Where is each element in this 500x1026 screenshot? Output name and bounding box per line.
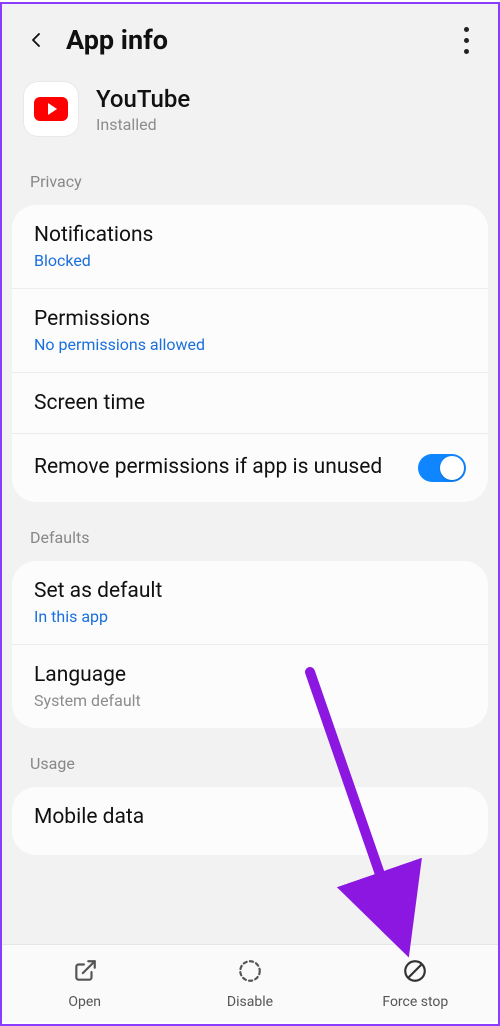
more-options-button[interactable] xyxy=(454,26,478,54)
app-status: Installed xyxy=(96,115,190,134)
bottom-action-bar: Open Disable Force stop xyxy=(2,944,498,1022)
app-name: YouTube xyxy=(96,85,190,113)
language-item[interactable]: Language System default xyxy=(12,644,488,728)
section-label-privacy: Privacy xyxy=(2,172,498,205)
item-subtitle: In this app xyxy=(34,607,466,626)
usage-card: Mobile data xyxy=(12,787,488,855)
open-button[interactable]: Open xyxy=(2,945,167,1022)
force-stop-icon xyxy=(402,958,428,988)
youtube-icon xyxy=(24,82,78,136)
privacy-card: Notifications Blocked Permissions No per… xyxy=(12,205,488,502)
item-title: Remove permissions if app is unused xyxy=(34,454,402,481)
item-title: Screen time xyxy=(34,391,466,415)
set-as-default-item[interactable]: Set as default In this app xyxy=(12,561,488,644)
force-stop-button[interactable]: Force stop xyxy=(333,945,498,1022)
section-label-defaults: Defaults xyxy=(2,528,498,561)
button-label: Disable xyxy=(227,994,273,1010)
section-label-usage: Usage xyxy=(2,754,498,787)
remove-permissions-item[interactable]: Remove permissions if app is unused xyxy=(12,433,488,502)
disable-icon xyxy=(237,958,263,988)
item-title: Mobile data xyxy=(34,805,466,829)
notifications-item[interactable]: Notifications Blocked xyxy=(12,205,488,288)
mobile-data-item[interactable]: Mobile data xyxy=(12,787,488,855)
item-subtitle: Blocked xyxy=(34,251,466,270)
remove-permissions-toggle[interactable] xyxy=(418,454,466,482)
item-title: Language xyxy=(34,663,466,687)
page-title: App info xyxy=(66,24,454,56)
screen-time-item[interactable]: Screen time xyxy=(12,372,488,433)
item-title: Notifications xyxy=(34,223,466,247)
permissions-item[interactable]: Permissions No permissions allowed xyxy=(12,288,488,372)
item-title: Permissions xyxy=(34,307,466,331)
disable-button[interactable]: Disable xyxy=(167,945,332,1022)
app-header: YouTube Installed xyxy=(2,74,498,172)
item-subtitle: No permissions allowed xyxy=(34,335,466,354)
defaults-card: Set as default In this app Language Syst… xyxy=(12,561,488,728)
open-icon xyxy=(72,958,98,988)
button-label: Force stop xyxy=(382,994,448,1010)
item-subtitle: System default xyxy=(34,691,466,710)
button-label: Open xyxy=(68,994,101,1010)
back-button[interactable] xyxy=(22,26,50,54)
item-title: Set as default xyxy=(34,579,466,603)
